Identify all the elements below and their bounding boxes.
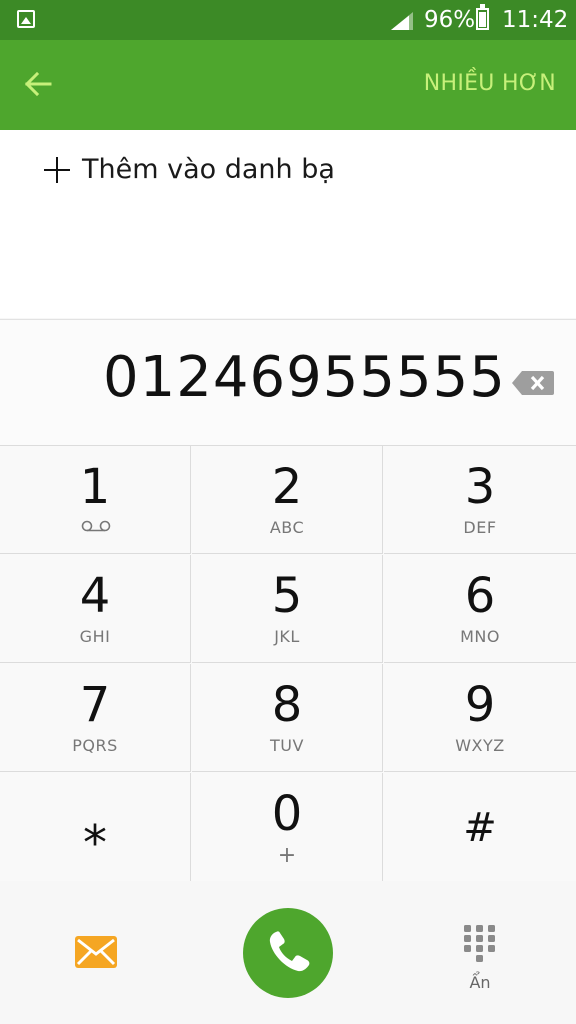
back-arrow-icon[interactable] xyxy=(22,68,54,100)
add-to-contacts-label: Thêm vào danh bạ xyxy=(82,154,335,185)
key-9[interactable]: 9 WXYZ xyxy=(384,664,576,772)
dial-pad: 1 2 ABC 3 DEF 4 GHI 5 JKL 6 MNO 7 PQRS 8… xyxy=(0,445,576,882)
key-star[interactable]: ⁎ xyxy=(0,773,191,881)
key-digit: 3 xyxy=(464,459,496,515)
key-letters: GHI xyxy=(79,627,111,646)
call-button[interactable] xyxy=(243,908,333,998)
key-letters: WXYZ xyxy=(455,736,505,755)
voicemail-icon xyxy=(81,520,111,532)
bottom-bar: Ẩn xyxy=(0,881,576,1024)
key-digit: 8 xyxy=(271,677,303,733)
key-letters: JKL xyxy=(274,627,300,646)
key-letters: PQRS xyxy=(72,736,118,755)
key-3[interactable]: 3 DEF xyxy=(384,446,576,554)
key-7[interactable]: 7 PQRS xyxy=(0,664,191,772)
number-display: 01246955555 xyxy=(0,319,576,446)
key-letters: DEF xyxy=(463,518,497,537)
dialpad-hide-icon[interactable] xyxy=(460,923,500,963)
plus-icon xyxy=(42,155,72,185)
hide-label[interactable]: Ẩn xyxy=(440,973,520,992)
app-bar: NHIỀU HƠN xyxy=(0,40,576,130)
key-digit: ⁎ xyxy=(83,800,107,856)
key-digit: 2 xyxy=(271,459,303,515)
key-letters: ABC xyxy=(269,518,305,537)
key-digit: 1 xyxy=(79,459,111,515)
backspace-icon[interactable] xyxy=(512,371,554,395)
key-hash[interactable]: # xyxy=(384,773,576,881)
key-digit: 5 xyxy=(271,568,303,624)
key-digit: 4 xyxy=(79,568,111,624)
key-2[interactable]: 2 ABC xyxy=(192,446,383,554)
key-6[interactable]: 6 MNO xyxy=(384,555,576,663)
gallery-icon xyxy=(17,10,35,28)
message-icon[interactable] xyxy=(75,936,117,968)
key-digit: 0 xyxy=(271,786,303,842)
key-letters: MNO xyxy=(460,627,500,646)
more-button[interactable]: NHIỀU HƠN xyxy=(424,71,556,96)
add-to-contacts-button[interactable]: Thêm vào danh bạ xyxy=(42,154,335,185)
key-0[interactable]: 0 + xyxy=(192,773,383,881)
battery-icon xyxy=(476,4,489,30)
key-letters: + xyxy=(277,843,297,868)
key-1[interactable]: 1 xyxy=(0,446,191,554)
key-8[interactable]: 8 TUV xyxy=(192,664,383,772)
key-digit: # xyxy=(463,805,497,851)
dialed-number[interactable]: 01246955555 xyxy=(103,345,506,410)
battery-percent: 96% xyxy=(424,7,476,33)
key-digit: 6 xyxy=(464,568,496,624)
key-4[interactable]: 4 GHI xyxy=(0,555,191,663)
status-bar: 96% 11:42 xyxy=(0,0,576,40)
signal-icon xyxy=(391,12,413,30)
clock: 11:42 xyxy=(502,7,569,33)
contact-area: Thêm vào danh bạ xyxy=(0,130,576,318)
key-digit: 9 xyxy=(464,677,496,733)
key-letters: TUV xyxy=(270,736,304,755)
key-5[interactable]: 5 JKL xyxy=(192,555,383,663)
phone-icon xyxy=(269,931,310,972)
key-digit: 7 xyxy=(79,677,111,733)
